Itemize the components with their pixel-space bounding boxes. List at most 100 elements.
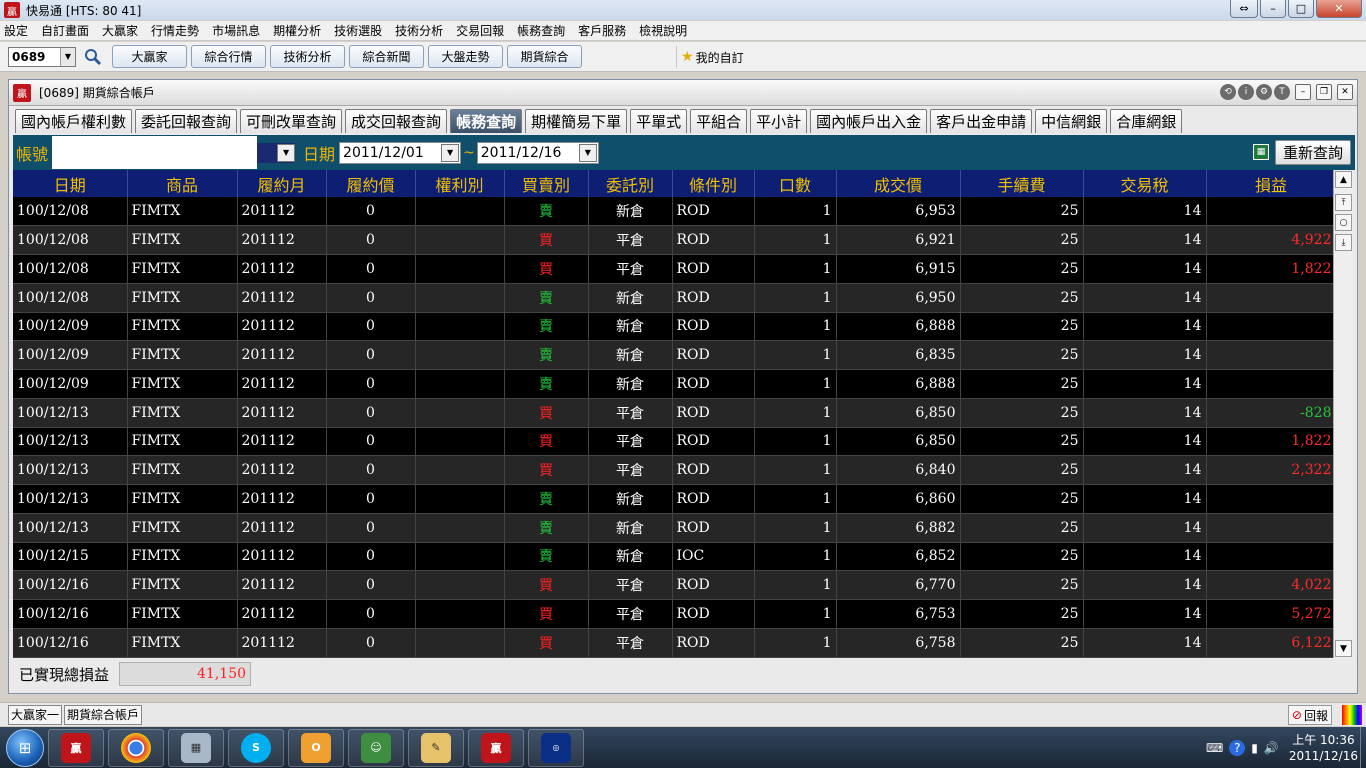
scroll-top-icon[interactable]: ⤒ <box>1335 194 1352 211</box>
menu-item[interactable]: 行情走勢 <box>151 22 199 39</box>
menu-item[interactable]: 交易回報 <box>456 22 504 39</box>
scroll-down-page-icon[interactable]: ⤓ <box>1335 234 1352 251</box>
child-close-button[interactable]: ✕ <box>1337 84 1353 100</box>
chevron-down-icon[interactable]: ▼ <box>60 47 75 66</box>
taskbar-app-winner[interactable]: 贏 <box>48 728 104 767</box>
menu-item[interactable]: 自訂畫面 <box>41 22 89 39</box>
stock-code-select[interactable]: 0689 ▼ <box>8 46 76 67</box>
tab[interactable]: 國內帳戶出入金 <box>810 109 928 133</box>
info-icon[interactable]: i <box>1238 84 1254 100</box>
reply-button[interactable]: ⊘ 回報 <box>1287 705 1332 725</box>
link-icon[interactable]: ⟲ <box>1220 84 1236 100</box>
tab[interactable]: 國內帳戶權利數 <box>15 109 133 133</box>
menu-item[interactable]: 檢視說明 <box>639 22 687 39</box>
table-row[interactable]: 100/12/09 FIMTX 201112 0 賣新倉 ROD 1 6,835 25 14 <box>13 340 1333 370</box>
toolbar-button[interactable]: 綜合新聞 <box>349 45 424 68</box>
taskbar-app-calculator[interactable]: ▦ <box>168 728 224 767</box>
column-header[interactable]: 損益 <box>1206 170 1333 197</box>
chevron-down-icon[interactable]: ▼ <box>578 143 597 162</box>
table-row[interactable]: 100/12/13 FIMTX 201112 0 買平倉 ROD 1 6,840 25 14 2,3… <box>13 455 1333 485</box>
table-row[interactable]: 100/12/08 FIMTX 201112 0 賣新倉 ROD 1 6,950 25 14 <box>13 283 1333 313</box>
tab[interactable]: 平小計 <box>750 109 808 133</box>
taskbar-app-concord[interactable]: ◎ <box>528 728 584 767</box>
settings-icon[interactable]: ⚙ <box>1256 84 1272 100</box>
maximize-button[interactable]: □ <box>1288 0 1314 18</box>
table-row[interactable]: 100/12/13 FIMTX 201112 0 賣新倉 ROD 1 6,860 25 14 <box>13 484 1333 514</box>
taskbar-app-messenger[interactable]: ☺ <box>348 728 404 767</box>
show-desktop-button[interactable] <box>1360 727 1366 768</box>
menu-item[interactable]: 帳務查詢 <box>517 22 565 39</box>
table-row[interactable]: 100/12/13 FIMTX 201112 0 買平倉 ROD 1 6,850 25 14 -82… <box>13 398 1333 428</box>
toolbar-button[interactable]: 綜合行情 <box>191 45 266 68</box>
column-header[interactable]: 履約月 <box>237 170 327 197</box>
taskbar-app-chrome[interactable] <box>108 728 164 767</box>
table-row[interactable]: 100/12/08 FIMTX 201112 0 賣新倉 ROD 1 6,953 25 14 <box>13 197 1333 227</box>
table-row[interactable]: 100/12/08 FIMTX 201112 0 買平倉 ROD 1 6,915 25 14 1,8… <box>13 254 1333 284</box>
window-tab-futures-account[interactable]: 期貨綜合帳戶 <box>64 704 143 725</box>
volume-icon[interactable]: 🔊 <box>1264 741 1279 755</box>
tab[interactable]: 客戶出金申請 <box>930 109 1033 133</box>
menu-item[interactable]: 大贏家 <box>102 22 138 39</box>
child-restore-button[interactable]: ❐ <box>1316 84 1332 100</box>
table-row[interactable]: 100/12/13 FIMTX 201112 0 賣新倉 ROD 1 6,882 25 14 <box>13 513 1333 543</box>
taskbar-app-winner2[interactable]: 贏 <box>468 728 524 767</box>
clock[interactable]: 上午 10:36 2011/12/16 <box>1289 732 1358 764</box>
chevron-down-icon[interactable]: ▼ <box>441 143 460 162</box>
table-row[interactable]: 100/12/15 FIMTX 201112 0 賣新倉 IOC 1 6,852 25 14 <box>13 542 1333 572</box>
table-row[interactable]: 100/12/16 FIMTX 201112 0 買平倉 ROD 1 6,770 25 14 4,0… <box>13 570 1333 600</box>
toolbar-button[interactable]: 期貨綜合 <box>507 45 582 68</box>
tab[interactable]: 成交回報查詢 <box>345 109 448 133</box>
scroll-thumb-icon[interactable]: ○ <box>1335 214 1352 231</box>
taskbar-app-skype[interactable]: S <box>228 728 284 767</box>
scroll-up-icon[interactable]: ▲ <box>1335 171 1352 188</box>
column-header[interactable]: 手續費 <box>960 170 1084 197</box>
color-palette-icon[interactable] <box>1342 705 1362 725</box>
table-row[interactable]: 100/12/09 FIMTX 201112 0 賣新倉 ROD 1 6,888 25 14 <box>13 312 1333 342</box>
column-header[interactable]: 履約價 <box>326 170 416 197</box>
close-button[interactable]: ✕ <box>1316 0 1362 18</box>
account-input[interactable] <box>52 136 258 169</box>
table-row[interactable]: 100/12/08 FIMTX 201112 0 買平倉 ROD 1 6,921 25 14 4,9… <box>13 225 1333 255</box>
chevron-down-icon[interactable]: ▼ <box>277 143 296 162</box>
menu-item[interactable]: 期權分析 <box>273 22 321 39</box>
tab[interactable]: 期權簡易下單 <box>525 109 628 133</box>
tab[interactable]: 委託回報查詢 <box>135 109 238 133</box>
network-icon[interactable]: ▮ <box>1251 741 1258 755</box>
column-header[interactable]: 商品 <box>127 170 238 197</box>
table-row[interactable]: 100/12/16 FIMTX 201112 0 買平倉 ROD 1 6,758 25 14 6,1… <box>13 628 1333 658</box>
menu-item[interactable]: 設定 <box>4 22 28 39</box>
export-grid-icon[interactable]: ▦ <box>1253 144 1269 160</box>
column-header[interactable]: 日期 <box>13 170 128 197</box>
column-header[interactable]: 買賣別 <box>504 170 589 197</box>
date-from-input[interactable]: 2011/12/01 ▼ <box>339 141 462 164</box>
windows-start-icon[interactable]: ⊞ <box>6 728 44 767</box>
menu-item[interactable]: 市場訊息 <box>212 22 260 39</box>
requery-button[interactable]: 重新查詢 <box>1275 140 1351 165</box>
table-row[interactable]: 100/12/13 FIMTX 201112 0 買平倉 ROD 1 6,850 25 14 1,8… <box>13 427 1333 457</box>
tab[interactable]: 合庫網銀 <box>1110 109 1183 133</box>
tab[interactable]: 帳務查詢 <box>450 109 523 133</box>
column-header[interactable]: 條件別 <box>672 170 755 197</box>
tab[interactable]: 可刪改單查詢 <box>240 109 343 133</box>
toolbar-button[interactable]: 大贏家 <box>112 45 187 68</box>
keyboard-icon[interactable]: ⌨ <box>1206 741 1223 755</box>
table-row[interactable]: 100/12/09 FIMTX 201112 0 賣新倉 ROD 1 6,888 25 14 <box>13 369 1333 399</box>
taskbar-app-outlook[interactable]: O <box>288 728 344 767</box>
scroll-down-icon[interactable]: ▼ <box>1335 640 1352 657</box>
vertical-scrollbar[interactable]: ▲ ⤒ ○ ⤓ ▼ <box>1333 170 1353 658</box>
date-to-input[interactable]: 2011/12/16 ▼ <box>476 141 599 164</box>
column-header[interactable]: 交易稅 <box>1083 170 1207 197</box>
search-icon[interactable] <box>82 46 104 68</box>
help-icon[interactable]: ? <box>1229 739 1246 756</box>
tab[interactable]: 平組合 <box>690 109 748 133</box>
toolbar-button[interactable]: 大盤走勢 <box>428 45 503 68</box>
favorites-label[interactable]: ★ 我的自訂 <box>676 46 744 68</box>
column-header[interactable]: 權利別 <box>415 170 505 197</box>
tab[interactable]: 平單式 <box>630 109 688 133</box>
column-header[interactable]: 委託別 <box>588 170 673 197</box>
child-minimize-button[interactable]: – <box>1295 84 1311 100</box>
menu-item[interactable]: 客戶服務 <box>578 22 626 39</box>
menu-item[interactable]: 技術分析 <box>395 22 443 39</box>
taskbar-app-paint[interactable]: ✎ <box>408 728 464 767</box>
menu-item[interactable]: 技術選股 <box>334 22 382 39</box>
